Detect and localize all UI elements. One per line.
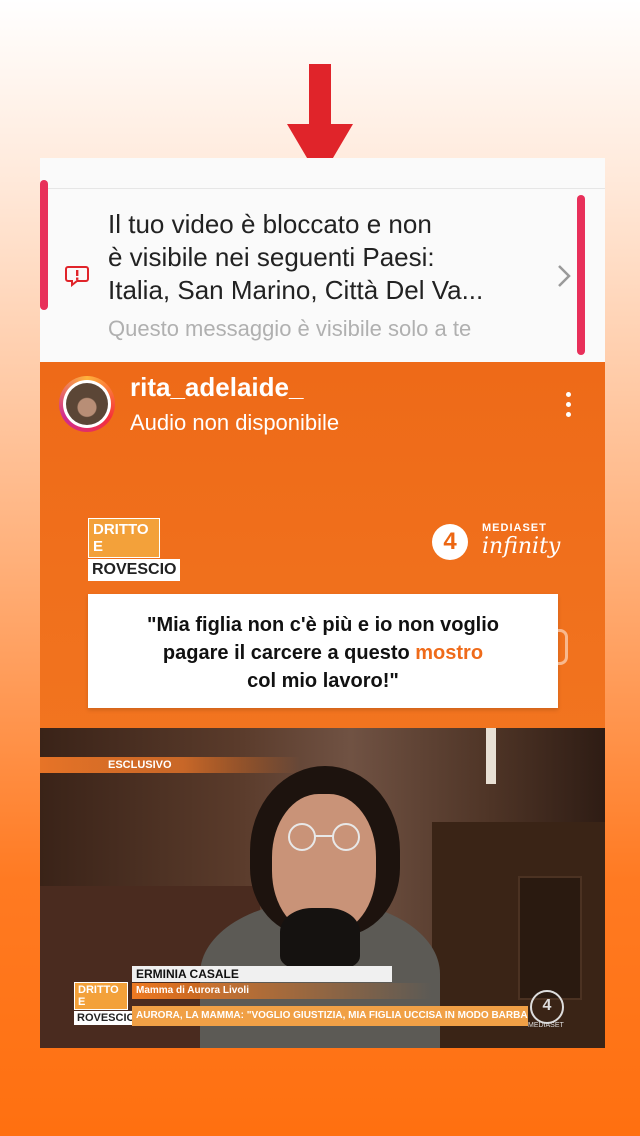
highlight-bracket-right	[577, 195, 585, 355]
quote-line: col mio lavoro!"	[247, 670, 399, 692]
channel-corner-text: MEDIASET	[528, 1022, 564, 1029]
channel-logo: 4 MEDIASET infinity	[432, 520, 572, 564]
alert-message-icon	[65, 266, 89, 287]
quote-line: "Mia figlia non c'è più e io non voglio	[146, 614, 500, 636]
visibility-note: Questo messaggio è visibile solo a te	[108, 316, 472, 341]
person-role: Mamma di Aurora Livoli	[132, 983, 432, 999]
notice-line: è visibile nei seguenti Paesi:	[108, 242, 435, 272]
divider	[40, 188, 605, 189]
show-logo: DRITTO E ROVESCIO	[88, 518, 181, 581]
audio-status[interactable]: Audio non disponibile	[130, 410, 339, 436]
notice-message: Il tuo video è bloccato e non è visibile…	[108, 208, 548, 307]
channel-corner-logo: 4	[530, 990, 564, 1024]
quote-box: "Mia figlia non c'è più e io non voglio …	[88, 594, 558, 708]
post-username[interactable]: rita_adelaide_	[130, 372, 303, 403]
more-vertical-icon[interactable]	[566, 392, 574, 420]
news-headline: AURORA, LA MAMMA: "VOGLIO GIUSTIZIA, MIA…	[132, 1006, 528, 1026]
person-name: ERMINIA CASALE	[132, 966, 392, 982]
highlight-bracket-left	[40, 180, 48, 310]
quote-line: pagare il carcere a questo mostro	[162, 642, 484, 664]
chevron-right-icon[interactable]	[556, 262, 572, 290]
notice-line: Il tuo video è bloccato e non	[108, 209, 432, 239]
exclusive-label: ESCLUSIVO	[108, 759, 172, 771]
camera-icon	[532, 629, 568, 665]
notice-line: Italia, San Marino, Città Del Va...	[108, 275, 484, 305]
show-logo-small: DRITTO E ROVESCIO	[74, 982, 139, 1025]
avatar[interactable]	[59, 376, 115, 432]
